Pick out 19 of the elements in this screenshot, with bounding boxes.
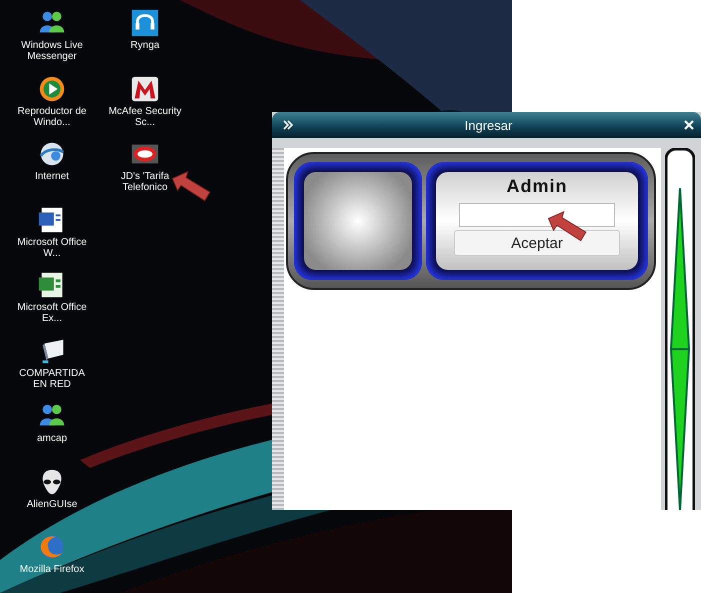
window-title: Ingresar bbox=[464, 118, 512, 132]
icon-label: COMPARTIDA EN RED bbox=[18, 368, 86, 390]
icon-label: Mozilla Firefox bbox=[18, 564, 86, 575]
password-field[interactable] bbox=[459, 203, 615, 227]
icon-label: AlienGUIse bbox=[26, 498, 78, 510]
window-menu-icon[interactable] bbox=[282, 119, 294, 131]
icon-label: Internet bbox=[34, 171, 70, 182]
icon-label: McAfee Security Sc... bbox=[108, 106, 182, 128]
user-name: Admin bbox=[506, 176, 568, 197]
icon-label: Rynga bbox=[130, 40, 160, 51]
icon-label: Microsoft Office W... bbox=[16, 236, 88, 258]
icon-label: Microsoft Office Ex... bbox=[16, 302, 88, 324]
accept-button[interactable]: Aceptar bbox=[454, 230, 620, 256]
icon-label: amcap bbox=[36, 433, 68, 444]
icon-label: Reproductor de Windo... bbox=[16, 106, 88, 128]
icon-label: JD's 'Tarifa Telefonico bbox=[120, 171, 170, 193]
icon-label: Windows Live Messenger bbox=[20, 40, 84, 62]
close-icon[interactable] bbox=[682, 119, 695, 131]
headset-icon[interactable] bbox=[130, 8, 160, 38]
